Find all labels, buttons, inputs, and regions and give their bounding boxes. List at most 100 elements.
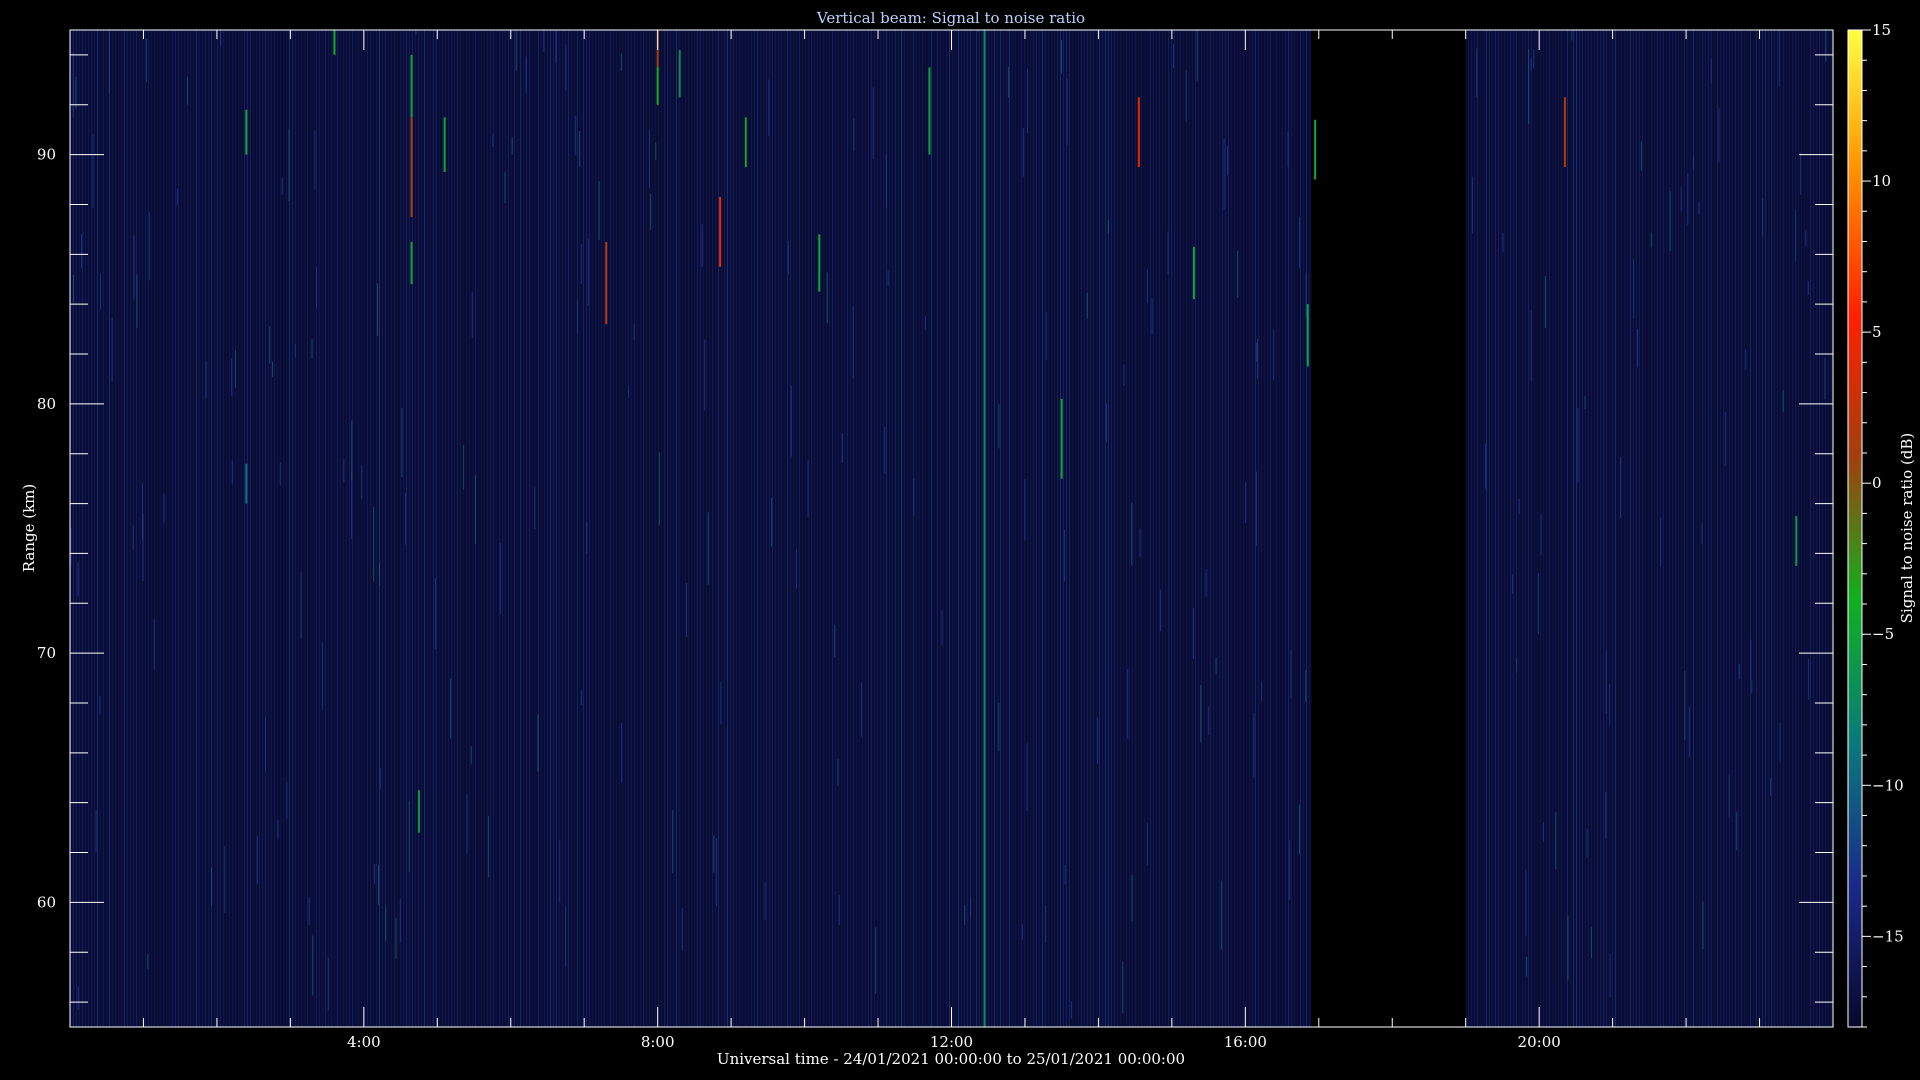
noise-column [1579,30,1580,1027]
noise-column [1690,30,1691,1027]
noise-speck [401,408,403,478]
noise-speck [111,317,113,382]
noise-speck [327,958,329,1011]
noise-column [1231,30,1232,1027]
noise-column [1507,30,1508,1027]
echo-streak [410,54,413,118]
noise-speck [1540,514,1542,556]
noise-speck [186,76,188,105]
noise-column [844,30,845,1027]
noise-speck [650,193,652,231]
noise-column [127,30,128,1027]
noise-column [1198,30,1199,1027]
noise-speck [220,30,222,46]
noise-speck [141,483,143,541]
noise-speck [1530,310,1532,381]
noise-column [604,30,605,1027]
noise-column [658,30,659,1027]
noise-column [274,30,275,1027]
noise-speck [1637,329,1639,368]
noise-speck [1502,232,1504,253]
noise-speck [379,768,381,790]
noise-speck [620,53,622,71]
noise-column [1681,30,1682,1027]
noise-speck [136,274,138,329]
noise-column [1732,30,1733,1027]
noise-column [1234,30,1235,1027]
chart-title: Vertical beam: Signal to noise ratio [816,9,1085,27]
noise-column [901,30,902,1027]
echo-streak [928,67,931,155]
noise-speck [1526,956,1528,977]
noise-speck [841,433,843,463]
noise-speck [1208,706,1210,736]
noise-column [553,30,554,1027]
noise-column [1810,30,1811,1027]
noise-column [1057,30,1058,1027]
noise-column [154,30,155,1027]
noise-column [820,30,821,1027]
colorbar-tick-label: 0 [1872,474,1882,492]
noise-column [817,30,818,1027]
noise-speck [1555,812,1557,870]
noise-column [1072,30,1073,1027]
noise-column [1285,30,1286,1027]
noise-column [130,30,131,1027]
noise-speck [1172,44,1174,69]
noise-column [1672,30,1673,1027]
noise-column [931,30,932,1027]
noise-column [1738,30,1739,1027]
noise-column [295,30,296,1027]
noise-column [1138,30,1139,1027]
noise-column [1591,30,1592,1027]
noise-column [1237,30,1238,1027]
noise-column [982,30,983,1027]
noise-column [1036,30,1037,1027]
noise-speck [1255,471,1257,546]
noise-speck [1518,499,1520,515]
noise-speck [234,350,236,388]
noise-column [1735,30,1736,1027]
noise-speck [1710,58,1712,84]
noise-speck [373,507,375,582]
noise-column [1534,30,1535,1027]
noise-speck [1160,589,1162,632]
noise-speck [1750,639,1752,680]
noise-speck [95,810,97,852]
noise-column [1645,30,1646,1027]
plot-area [70,30,1833,1027]
noise-speck [211,867,213,907]
noise-column [388,30,389,1027]
noise-column [799,30,800,1027]
noise-column [910,30,911,1027]
noise-column [97,30,98,1027]
noise-column [472,30,473,1027]
noise-column [1084,30,1085,1027]
noise-column [616,30,617,1027]
noise-column [313,30,314,1027]
noise-speck [1586,828,1588,858]
noise-speck [579,130,581,167]
noise-column [247,30,248,1027]
noise-column [1627,30,1628,1027]
noise-speck [1027,68,1029,133]
no-data-gap [1311,30,1466,1027]
noise-column [1603,30,1604,1027]
noise-column [1576,30,1577,1027]
noise-column [223,30,224,1027]
noise-column [466,30,467,1027]
noise-column [1828,30,1829,1027]
noise-column [922,30,923,1027]
noise-column [124,30,125,1027]
noise-column [310,30,311,1027]
noise-column [619,30,620,1027]
y-tick-label: 60 [37,893,56,911]
noise-column [1282,30,1283,1027]
noise-column [811,30,812,1027]
noise-column [487,30,488,1027]
noise-speck [1061,40,1063,74]
noise-column [937,30,938,1027]
noise-speck [1253,712,1255,778]
noise-speck [1609,683,1611,727]
noise-speck [399,898,401,944]
